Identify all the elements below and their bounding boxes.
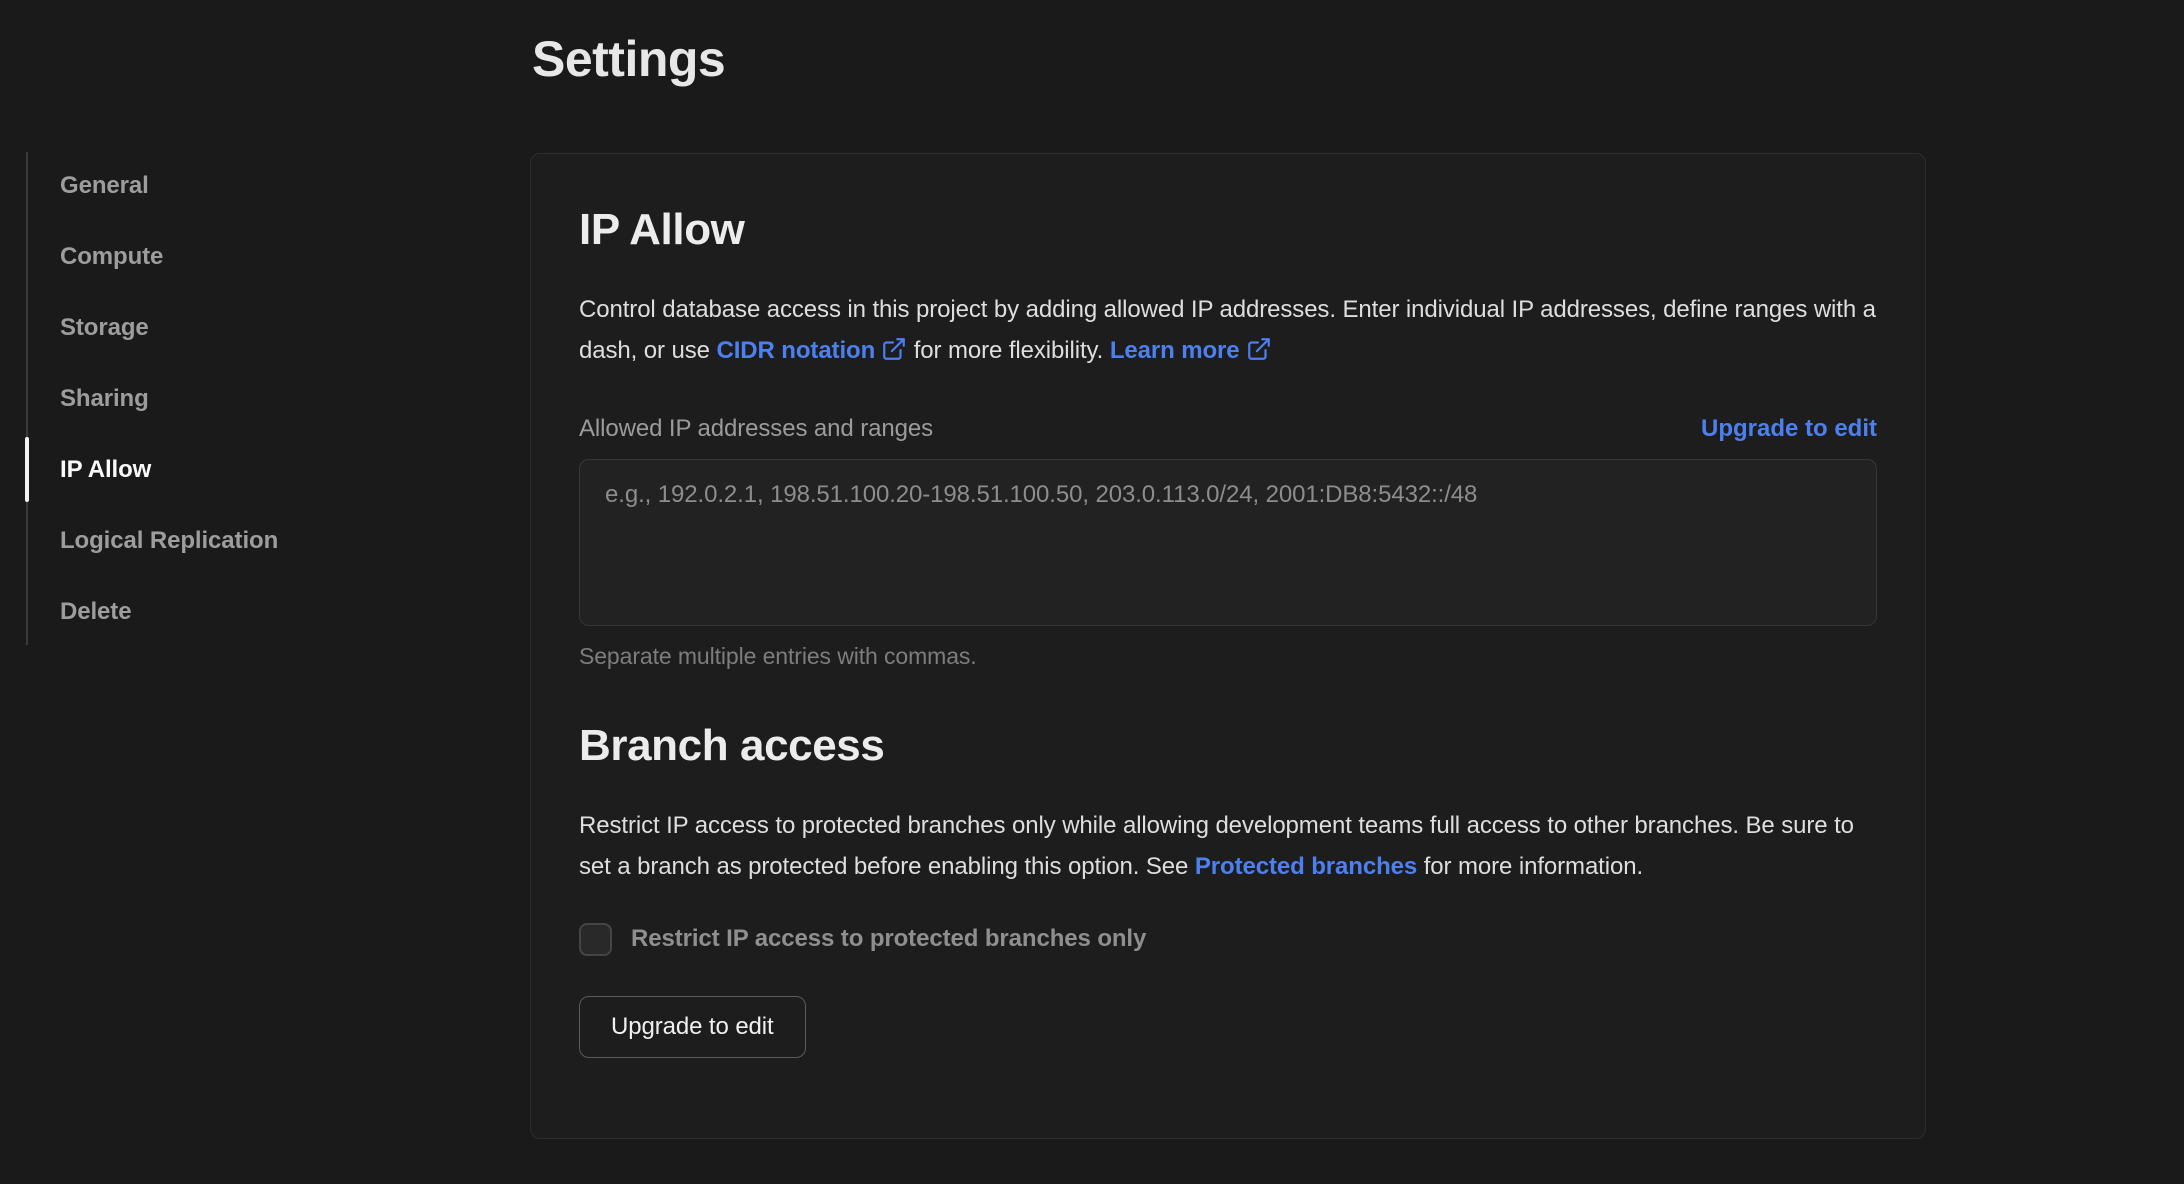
allowed-ips-helper-text: Separate multiple entries with commas. xyxy=(579,642,977,669)
branch-access-heading: Branch access xyxy=(579,720,885,770)
allowed-ips-field-row: Allowed IP addresses and ranges Upgrade … xyxy=(579,415,1877,443)
sidebar-item-general[interactable]: General xyxy=(26,150,446,221)
sidebar-item-storage[interactable]: Storage xyxy=(26,292,446,363)
ip-allow-description-text-2: for more flexibility. xyxy=(913,336,1104,364)
sidebar-item-sharing[interactable]: Sharing xyxy=(26,363,446,434)
sidebar-item-compute[interactable]: Compute xyxy=(26,221,446,292)
upgrade-to-edit-link[interactable]: Upgrade to edit xyxy=(1701,415,1877,443)
sidebar-item-ip-allow[interactable]: IP Allow xyxy=(25,434,446,505)
protected-branches-link[interactable]: Protected branches xyxy=(1195,853,1417,880)
ip-allow-description: Control database access in this project … xyxy=(579,289,1877,371)
cidr-notation-link-label: CIDR notation xyxy=(716,336,876,364)
branch-access-description: Restrict IP access to protected branches… xyxy=(579,805,1877,887)
allowed-ips-label: Allowed IP addresses and ranges xyxy=(579,414,934,442)
upgrade-to-edit-button[interactable]: Upgrade to edit xyxy=(579,995,806,1058)
cidr-notation-link[interactable]: CIDR notation xyxy=(716,337,907,364)
restrict-ip-checkbox-row: Restrict IP access to protected branches… xyxy=(579,922,1877,956)
restrict-ip-checkbox-label: Restrict IP access to protected branches… xyxy=(631,925,1147,953)
ip-allow-settings-card: IP Allow Control database access in this… xyxy=(530,153,1926,1139)
restrict-ip-checkbox[interactable] xyxy=(579,922,612,956)
sidebar-item-logical-replication[interactable]: Logical Replication xyxy=(26,505,446,576)
allowed-ips-textarea[interactable] xyxy=(579,458,1877,626)
external-link-icon xyxy=(1247,337,1270,360)
learn-more-link-label: Learn more xyxy=(1109,336,1240,364)
external-link-icon xyxy=(883,337,905,360)
ip-allow-heading: IP Allow xyxy=(579,205,745,254)
sidebar-item-delete[interactable]: Delete xyxy=(26,576,446,647)
settings-sidebar: General Compute Storage Sharing IP Allow… xyxy=(25,150,446,647)
learn-more-link[interactable]: Learn more xyxy=(1110,337,1272,364)
branch-access-description-text-2: for more information. xyxy=(1423,852,1644,880)
page-title: Settings xyxy=(532,31,726,87)
